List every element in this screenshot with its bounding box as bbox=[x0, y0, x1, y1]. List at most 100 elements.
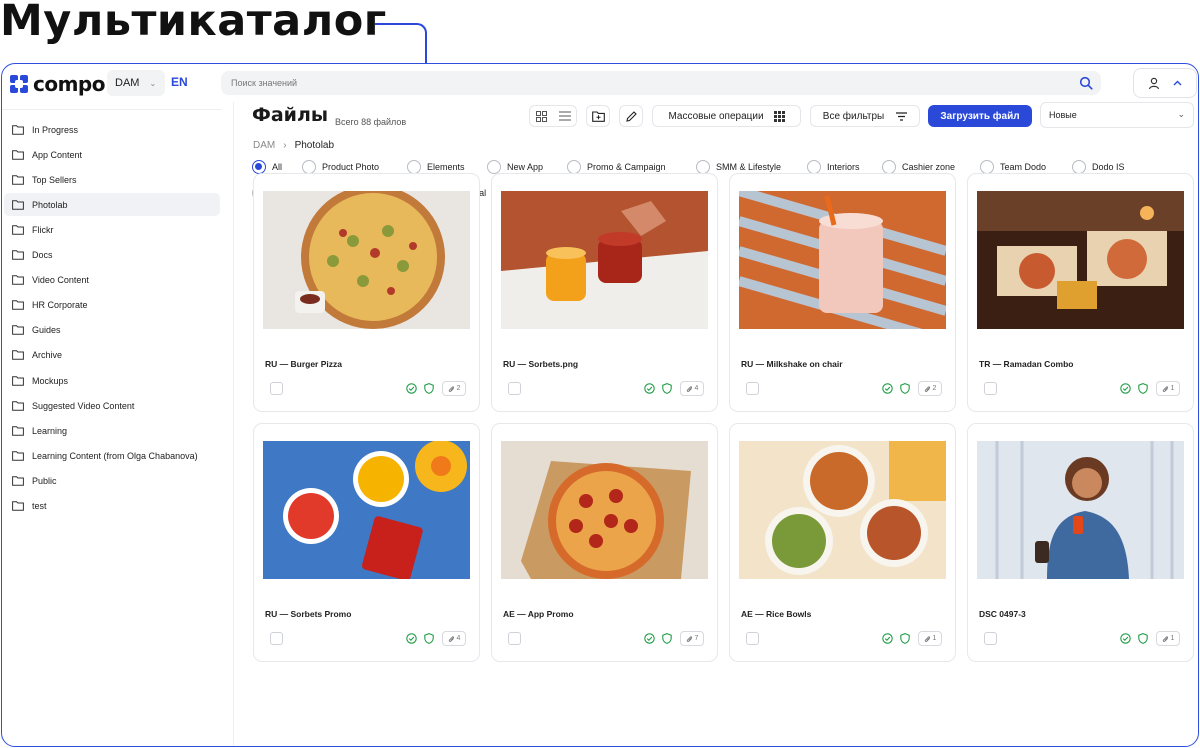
file-card[interactable]: RU — Burger Pizza 2 bbox=[253, 173, 480, 412]
file-count: Всего 88 файлов bbox=[335, 117, 407, 127]
sort-select[interactable]: Новые ⌄ bbox=[1040, 102, 1194, 128]
bulk-operations-button[interactable]: Массовые операции bbox=[652, 105, 801, 127]
select-checkbox[interactable] bbox=[270, 632, 283, 645]
file-card[interactable]: AE — Rice Bowls 1 bbox=[729, 423, 956, 662]
sidebar-item[interactable]: Learning bbox=[4, 419, 220, 442]
attachments-badge[interactable]: 4 bbox=[680, 381, 704, 396]
sidebar-item[interactable]: Archive bbox=[4, 344, 220, 367]
file-thumbnail[interactable] bbox=[977, 441, 1184, 579]
file-card[interactable]: DSC 0497-3 1 bbox=[967, 423, 1194, 662]
page-title: Файлы bbox=[252, 104, 329, 126]
select-checkbox[interactable] bbox=[270, 382, 283, 395]
filter-option[interactable]: Dodo IS bbox=[1072, 160, 1125, 174]
select-checkbox[interactable] bbox=[508, 632, 521, 645]
search-input[interactable]: Поиск значений bbox=[221, 71, 1101, 95]
attachments-count: 4 bbox=[694, 385, 699, 392]
upload-file-button[interactable]: Загрузить файл bbox=[928, 105, 1032, 127]
file-thumbnail[interactable] bbox=[263, 441, 470, 579]
search-icon[interactable] bbox=[1079, 76, 1093, 90]
attachments-count: 1 bbox=[932, 635, 937, 642]
sidebar-item[interactable]: App Content bbox=[4, 143, 220, 166]
file-title: RU — Burger Pizza bbox=[265, 359, 342, 369]
filter-option[interactable]: Product Photo bbox=[302, 160, 379, 174]
sidebar-item-label: Learning Content (from Olga Chabanova) bbox=[32, 450, 198, 461]
sidebar-item[interactable]: Top Sellers bbox=[4, 168, 220, 191]
paperclip-icon bbox=[924, 635, 930, 642]
sidebar-item[interactable]: Guides bbox=[4, 319, 220, 342]
file-card[interactable]: RU — Milkshake on chair 2 bbox=[729, 173, 956, 412]
select-checkbox[interactable] bbox=[984, 632, 997, 645]
check-circle-icon bbox=[1120, 383, 1131, 394]
select-checkbox[interactable] bbox=[746, 632, 759, 645]
radio-icon bbox=[807, 160, 821, 174]
file-card[interactable]: RU — Sorbets Promo 4 bbox=[253, 423, 480, 662]
filter-option-label: Promo & Campaign bbox=[587, 162, 666, 172]
file-thumbnail[interactable] bbox=[977, 191, 1184, 329]
file-thumbnail[interactable] bbox=[263, 191, 470, 329]
file-card[interactable]: AE — App Promo 7 bbox=[491, 423, 718, 662]
logo-icon bbox=[10, 75, 28, 93]
sidebar-item[interactable]: Mockups bbox=[4, 369, 220, 392]
file-thumbnail[interactable] bbox=[501, 191, 708, 329]
edit-button[interactable] bbox=[619, 105, 643, 127]
attachments-badge[interactable]: 7 bbox=[680, 631, 704, 646]
sidebar-item-label: Mockups bbox=[32, 375, 69, 386]
filter-option[interactable]: Interiors bbox=[807, 160, 860, 174]
attachments-badge[interactable]: 1 bbox=[918, 631, 942, 646]
sidebar-item[interactable]: Learning Content (from Olga Chabanova) bbox=[4, 444, 220, 467]
sidebar-item[interactable]: Public bbox=[4, 469, 220, 492]
sidebar-item[interactable]: Suggested Video Content bbox=[4, 394, 220, 417]
view-toggle bbox=[529, 105, 577, 127]
shield-icon bbox=[662, 383, 672, 394]
select-checkbox[interactable] bbox=[746, 382, 759, 395]
attachments-count: 2 bbox=[456, 385, 461, 392]
check-circle-icon bbox=[406, 633, 417, 644]
all-filters-button[interactable]: Все фильтры bbox=[810, 105, 920, 127]
profile-menu[interactable] bbox=[1133, 68, 1197, 98]
filter-option[interactable]: SMM & Lifestyle bbox=[696, 160, 781, 174]
folder-icon bbox=[12, 124, 24, 135]
file-thumbnail[interactable] bbox=[739, 441, 946, 579]
filter-option[interactable]: All bbox=[252, 160, 282, 174]
logo[interactable]: compo bbox=[10, 72, 106, 96]
file-card[interactable]: TR — Ramadan Combo 1 bbox=[967, 173, 1194, 412]
folder-icon bbox=[12, 149, 24, 160]
file-card[interactable]: RU — Sorbets.png 4 bbox=[491, 173, 718, 412]
sidebar-item[interactable]: Docs bbox=[4, 244, 220, 267]
grid-view-button[interactable] bbox=[530, 106, 553, 126]
attachments-badge[interactable]: 1 bbox=[1156, 381, 1180, 396]
paperclip-icon bbox=[924, 385, 930, 392]
sidebar-item[interactable]: Video Content bbox=[4, 269, 220, 292]
filter-option-label: Team Dodo bbox=[1000, 162, 1047, 172]
filter-option[interactable]: Team Dodo bbox=[980, 160, 1046, 174]
filter-option[interactable]: Promo & Campaign bbox=[567, 160, 666, 174]
new-folder-button[interactable] bbox=[586, 105, 610, 127]
file-thumbnail[interactable] bbox=[739, 191, 946, 329]
filter-option[interactable]: New App bbox=[487, 160, 543, 174]
sidebar-item[interactable]: Flickr bbox=[4, 218, 220, 241]
paperclip-icon bbox=[686, 385, 692, 392]
language-switch[interactable]: EN bbox=[171, 75, 188, 89]
filter-option[interactable]: Cashier zone bbox=[882, 160, 955, 174]
filter-icon bbox=[896, 111, 908, 121]
check-circle-icon bbox=[406, 383, 417, 394]
paperclip-icon bbox=[1162, 385, 1168, 392]
select-checkbox[interactable] bbox=[508, 382, 521, 395]
workspace-select[interactable]: DAM ⌄ bbox=[107, 70, 165, 96]
attachments-badge[interactable]: 1 bbox=[1156, 631, 1180, 646]
sidebar-item[interactable]: Photolab bbox=[4, 193, 220, 217]
attachments-badge[interactable]: 2 bbox=[918, 381, 942, 396]
attachments-badge[interactable]: 2 bbox=[442, 381, 466, 396]
filter-option[interactable]: Elements bbox=[407, 160, 465, 174]
shield-icon bbox=[1138, 633, 1148, 644]
sidebar-item[interactable]: HR Corporate bbox=[4, 294, 220, 317]
sidebar-item[interactable]: In Progress bbox=[4, 118, 220, 141]
attachments-badge[interactable]: 4 bbox=[442, 631, 466, 646]
select-checkbox[interactable] bbox=[984, 382, 997, 395]
sidebar-item-label: Docs bbox=[32, 250, 53, 260]
file-thumbnail[interactable] bbox=[501, 441, 708, 579]
sidebar-item[interactable]: test bbox=[4, 495, 220, 518]
folder-icon bbox=[12, 400, 24, 411]
list-view-button[interactable] bbox=[553, 106, 576, 126]
breadcrumb-root[interactable]: DAM bbox=[253, 140, 275, 151]
